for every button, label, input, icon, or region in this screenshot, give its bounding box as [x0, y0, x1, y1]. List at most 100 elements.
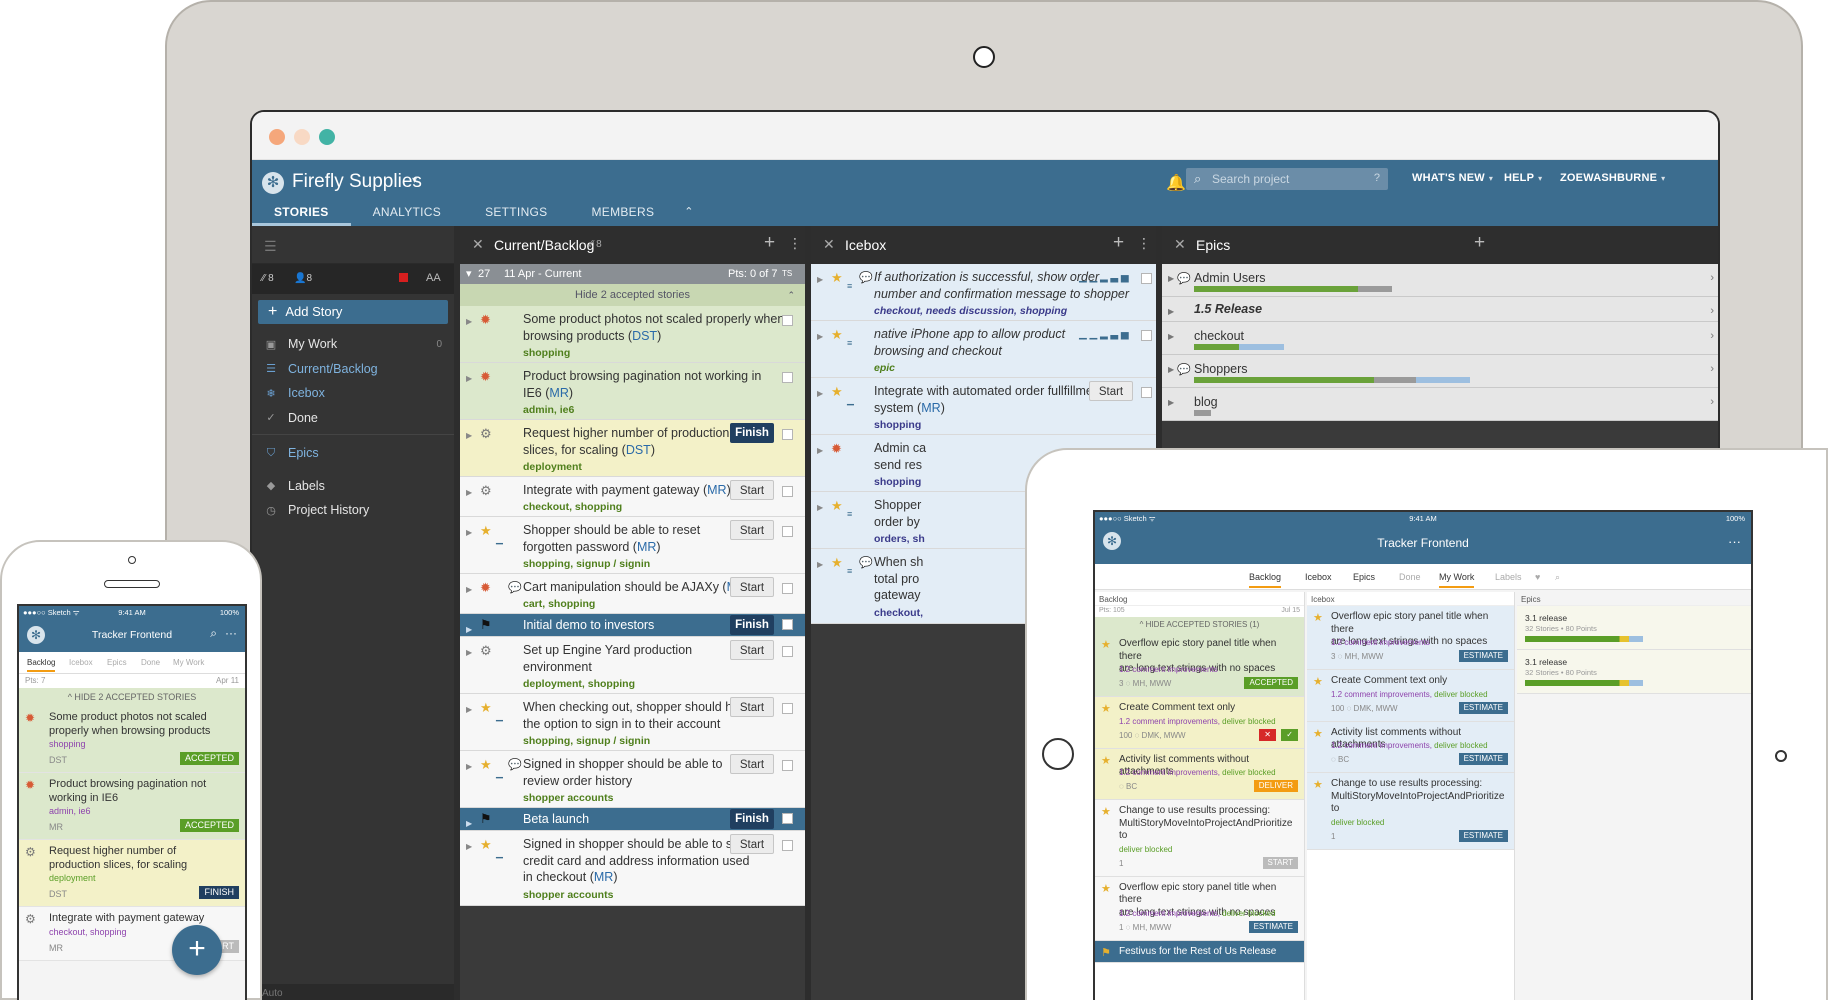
- sidebar-item-project-history[interactable]: ◷ Project History: [252, 498, 454, 523]
- story-card[interactable]: ★ Create Comment text only 1.2 comment imp…: [1307, 670, 1514, 722]
- story-labels[interactable]: deployment: [49, 872, 96, 886]
- select-checkbox[interactable]: [782, 486, 793, 497]
- project-menu-chevron-icon[interactable]: ▾: [412, 175, 417, 186]
- owner-link[interactable]: MR: [707, 483, 726, 497]
- collapse-header-icon[interactable]: ⌃: [676, 200, 702, 226]
- tab-my-work[interactable]: My Work: [173, 658, 204, 667]
- owner-link[interactable]: MR: [921, 401, 940, 415]
- estimate-button[interactable]: ESTIMATE: [1458, 829, 1508, 842]
- story-card[interactable]: ⚙ Request higher number of production slic…: [19, 840, 245, 907]
- expand-triangle-icon[interactable]: ▶: [817, 443, 823, 460]
- label-epic[interactable]: 1.2 comment improvements,: [1331, 690, 1434, 699]
- select-checkbox[interactable]: [1141, 273, 1152, 284]
- story-row[interactable]: ▶ ✹ 💬 Cart manipulation should be AJAXy …: [460, 574, 805, 614]
- sidebar-item-done[interactable]: ✓ Done: [252, 406, 454, 431]
- story-row[interactable]: ▶ ⚙ Set up Engine Yard production environ…: [460, 637, 805, 694]
- heart-icon[interactable]: ♥: [1535, 572, 1540, 582]
- accept-button[interactable]: ✓: [1281, 728, 1298, 741]
- accepted-button[interactable]: ACCEPTED: [1244, 677, 1298, 689]
- expand-triangle-icon[interactable]: ▶: [1168, 365, 1174, 374]
- story-labels[interactable]: shopping, signup / signin: [523, 556, 650, 573]
- label-epic[interactable]: 1.2 comment improvements: [1119, 665, 1218, 674]
- estimate-button[interactable]: ESTIMATE: [1458, 701, 1508, 714]
- label-blocked[interactable]: deliver blocked: [1434, 741, 1487, 750]
- story-labels[interactable]: shopping, signup / signin: [523, 733, 650, 750]
- story-card[interactable]: ★ Activity list comments without attachme…: [1095, 748, 1304, 800]
- tab-backlog[interactable]: Backlog: [27, 658, 56, 672]
- label-blocked[interactable]: deliver blocked: [1331, 818, 1384, 827]
- add-icon[interactable]: +: [764, 232, 775, 254]
- add-story-fab-button[interactable]: +: [172, 925, 222, 975]
- start-button[interactable]: Start: [730, 577, 774, 597]
- stop-icon[interactable]: [399, 273, 408, 282]
- story-labels[interactable]: admin, ie6: [523, 402, 574, 419]
- tracker-logo-icon[interactable]: ✻: [262, 172, 284, 194]
- story-card[interactable]: ★ Change to use results processing: MultiS…: [1095, 800, 1304, 877]
- more-horizontal-icon[interactable]: ···: [1728, 534, 1741, 549]
- epic-row[interactable]: ▶ 💬 Shoppers ›: [1162, 355, 1718, 388]
- start-button[interactable]: Start: [730, 520, 774, 540]
- chevron-right-icon[interactable]: ›: [1710, 305, 1714, 317]
- select-checkbox[interactable]: [1141, 387, 1152, 398]
- hide-accepted-toggle[interactable]: Hide 2 accepted stories ⌃: [460, 284, 805, 306]
- story-card[interactable]: ★ Activity list comments without attachme…: [1307, 721, 1514, 773]
- add-icon[interactable]: +: [1113, 232, 1124, 254]
- owner-link[interactable]: DST: [626, 443, 651, 457]
- start-button[interactable]: Start: [730, 697, 774, 717]
- story-row[interactable]: ▶ ★ ▁ Shopper should be able to reset for…: [460, 517, 805, 574]
- deliver-button[interactable]: DELIVER: [1253, 780, 1298, 792]
- owner-link[interactable]: MR: [637, 540, 656, 554]
- story-labels[interactable]: 1.2 comment improvements, deliver blocke…: [1119, 716, 1276, 729]
- story-labels[interactable]: checkout, needs discussion, shopping: [874, 303, 1067, 320]
- select-checkbox[interactable]: [782, 760, 793, 771]
- sidebar-item-icebox[interactable]: ❄ Icebox: [252, 381, 454, 406]
- expand-triangle-icon[interactable]: ▶: [1168, 332, 1174, 341]
- start-button[interactable]: Start: [730, 640, 774, 660]
- label-epic[interactable]: 1.2 comment improvements,: [1119, 909, 1222, 918]
- story-card[interactable]: ✹ Some product photos not scaled properly …: [19, 706, 245, 773]
- story-row[interactable]: ▶ ⚙ Request higher number of production s…: [460, 420, 805, 477]
- epic-card[interactable]: 3.1 release 32 Stories • 80 Points: [1517, 606, 1751, 650]
- story-card[interactable]: ★ Change to use results processing: MultiS…: [1307, 773, 1514, 850]
- expand-triangle-icon[interactable]: ▶: [466, 702, 472, 719]
- story-row[interactable]: ▶ ★ ≡ 💬 If authorization is successful, …: [811, 264, 1156, 321]
- estimate-scale-icon[interactable]: ▁ ▁ ▂ ▃ ▅: [1079, 270, 1129, 287]
- tab-analytics[interactable]: ANALYTICS: [351, 200, 464, 226]
- start-button[interactable]: Start: [1089, 381, 1133, 401]
- story-card[interactable]: ★ Overflow epic story panel title when th…: [1095, 633, 1304, 697]
- hide-accepted-toggle[interactable]: ^ HIDE 2 ACCEPTED STORIES: [19, 688, 245, 706]
- story-row[interactable]: ▶ ★ ▁ When checking out, shopper should …: [460, 694, 805, 751]
- expand-triangle-icon[interactable]: ▶: [466, 485, 472, 502]
- finish-button[interactable]: FINISH: [199, 886, 239, 899]
- search-input[interactable]: [1212, 170, 1372, 188]
- select-checkbox[interactable]: [782, 840, 793, 851]
- story-card[interactable]: ★ Create Comment text only 1.2 comment imp…: [1095, 697, 1304, 749]
- story-labels[interactable]: deployment, shopping: [523, 676, 635, 693]
- search-help-icon[interactable]: ?: [1374, 172, 1380, 184]
- story-labels[interactable]: 1.2 comment improvements, deliver blocke…: [1119, 767, 1276, 780]
- expand-triangle-icon[interactable]: ▶: [466, 839, 472, 856]
- select-checkbox[interactable]: [782, 429, 793, 440]
- finish-button[interactable]: Finish: [730, 615, 774, 635]
- expand-triangle-icon[interactable]: ▶: [817, 557, 823, 574]
- story-row[interactable]: ▶ ★ ▁ 💬 Signed in shopper should be able…: [460, 751, 805, 808]
- estimate-button[interactable]: ESTIMATE: [1458, 753, 1508, 765]
- window-zoom-button[interactable]: [319, 129, 335, 145]
- label-blocked[interactable]: deliver blocked: [1222, 717, 1275, 726]
- start-button[interactable]: Start: [730, 754, 774, 774]
- chevron-right-icon[interactable]: ›: [1710, 272, 1714, 284]
- expand-triangle-icon[interactable]: ▶: [1168, 398, 1174, 407]
- help-menu[interactable]: HELP ▾: [1504, 172, 1542, 184]
- story-card[interactable]: ✹ Product browsing pagination not working …: [19, 773, 245, 840]
- window-close-button[interactable]: [269, 129, 285, 145]
- story-labels[interactable]: shopping: [874, 417, 921, 434]
- select-checkbox[interactable]: [1141, 330, 1152, 341]
- select-checkbox[interactable]: [782, 315, 793, 326]
- label-epic[interactable]: 1.2 comment improvements: [1331, 638, 1430, 647]
- close-icon[interactable]: ✕: [1174, 236, 1186, 253]
- story-labels[interactable]: 1.2 comment improvements, deliver blocke…: [1331, 740, 1488, 753]
- sidebar-item-labels[interactable]: ◆ Labels: [252, 474, 454, 499]
- story-labels[interactable]: 1.2 comment improvements: [1119, 664, 1218, 677]
- search-icon[interactable]: ⌕: [210, 626, 217, 641]
- search-icon[interactable]: ⌕: [1555, 572, 1560, 583]
